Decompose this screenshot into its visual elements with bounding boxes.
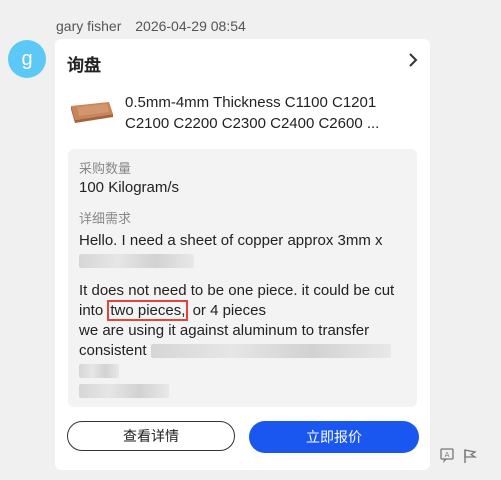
inquiry-card: 询盘 0.5mm-4mm Thickness C1100 C1201 C2100… bbox=[55, 39, 430, 470]
message-header: gary fisher 2026-04-29 08:54 bbox=[56, 18, 246, 34]
sender-name: gary fisher bbox=[56, 18, 122, 34]
blurred-text bbox=[150, 344, 391, 359]
product-image[interactable] bbox=[69, 100, 115, 124]
quote-now-button[interactable]: 立即报价 bbox=[249, 421, 419, 453]
requirement-paragraph: It does not need to be one piece. it cou… bbox=[79, 281, 409, 401]
inquiry-details: 采购数量 100 Kilogram/s 详细需求 Hello. I need a… bbox=[68, 149, 417, 407]
requirement-text: Hello. I need a sheet of copper approx 3… bbox=[79, 231, 409, 407]
requirement-label: 详细需求 bbox=[79, 211, 132, 226]
svg-text:A: A bbox=[445, 451, 450, 459]
requirement-line: Hello. I need a sheet of copper approx 3… bbox=[79, 232, 383, 249]
requirement-line: or 4 pieces bbox=[192, 302, 266, 319]
highlighted-text: two pieces, bbox=[107, 300, 189, 321]
view-details-button[interactable]: 查看详情 bbox=[67, 421, 235, 451]
chevron-right-icon[interactable] bbox=[406, 51, 420, 69]
product-title[interactable]: 0.5mm-4mm Thickness C1100 C1201 C2100 C2… bbox=[125, 92, 415, 134]
translate-icon[interactable]: A bbox=[440, 448, 456, 464]
message-timestamp: 2026-04-29 08:54 bbox=[135, 18, 246, 34]
requirement-line: we are using it against aluminum to tran… bbox=[79, 322, 370, 339]
blurred-text bbox=[79, 254, 194, 269]
quantity-value: 100 Kilogram/s bbox=[79, 179, 180, 196]
blurred-text bbox=[79, 384, 169, 399]
requirement-line: consistent bbox=[79, 342, 147, 359]
blurred-text bbox=[79, 364, 119, 379]
quantity-label: 采购数量 bbox=[79, 161, 132, 176]
flag-icon[interactable] bbox=[462, 448, 478, 464]
card-title: 询盘 bbox=[67, 56, 101, 75]
avatar-letter: g bbox=[21, 47, 33, 70]
avatar[interactable]: g bbox=[8, 40, 46, 78]
requirement-paragraph: Hello. I need a sheet of copper approx 3… bbox=[79, 231, 409, 271]
